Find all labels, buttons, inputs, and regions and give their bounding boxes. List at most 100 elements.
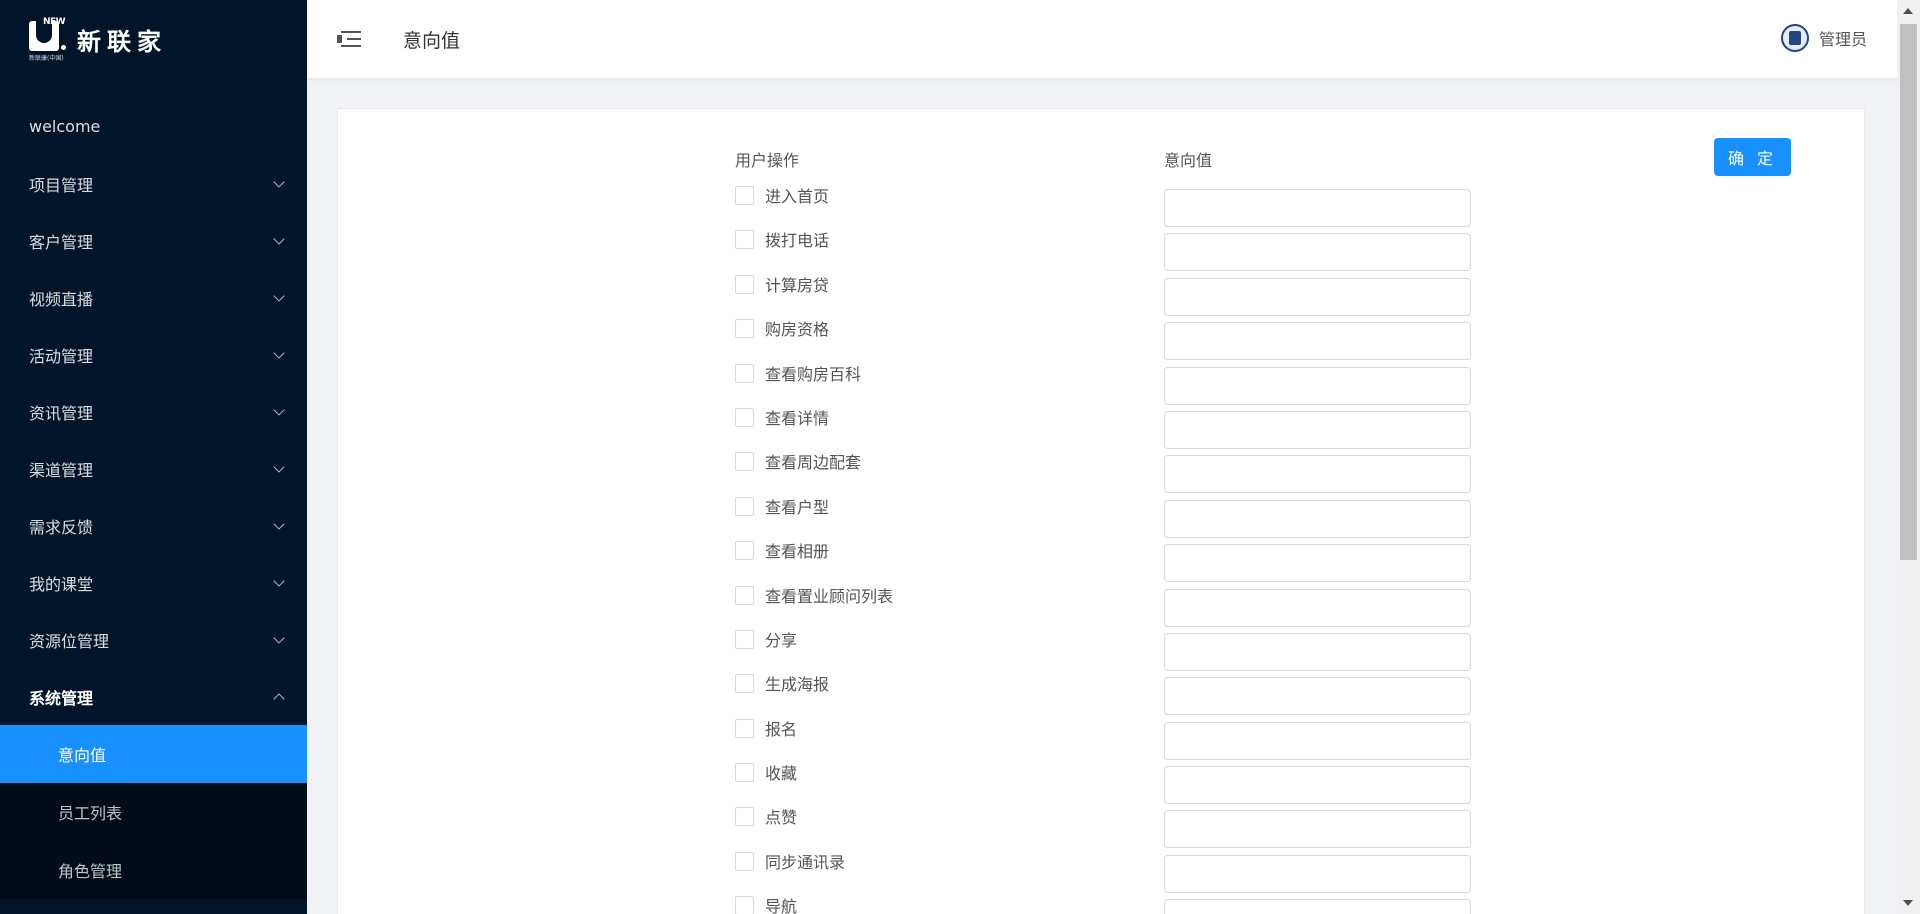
action-checkbox[interactable] — [735, 541, 754, 561]
action-checkbox[interactable] — [735, 585, 754, 605]
menu-item-welcome[interactable]: welcome — [0, 98, 307, 155]
intent-row: 购房资格 — [735, 314, 1495, 361]
action-checkbox[interactable] — [735, 319, 754, 339]
menu-item-8[interactable]: 资源位管理 — [0, 611, 307, 668]
chevron-down-icon — [273, 460, 285, 473]
action-label: 进入首页 — [765, 187, 830, 206]
menu-item-label: 系统管理 — [29, 688, 94, 708]
scrollbar-thumb[interactable] — [1900, 24, 1917, 560]
user-name: 管理员 — [1818, 30, 1867, 49]
scroll-down-arrow-icon[interactable] — [1903, 900, 1913, 906]
page-scrollbar[interactable] — [1897, 0, 1920, 914]
action-label: 查看相册 — [765, 542, 830, 562]
menu-item-0[interactable]: 项目管理 — [0, 155, 307, 212]
intent-row: 生成海报 — [735, 669, 1495, 716]
menu-item-label: 资讯管理 — [29, 403, 94, 423]
sidebar: NEW 新联康(中国) 新联家 welcome 项目管理 客户管理视频直播活动管理… — [0, 0, 307, 914]
intent-value-input[interactable] — [1164, 410, 1471, 449]
menu-item-7[interactable]: 我的课堂 — [0, 554, 307, 611]
intent-value-input[interactable] — [1164, 854, 1471, 893]
intent-value-input[interactable] — [1164, 810, 1471, 849]
submenu-item-1[interactable]: 员工列表 — [0, 783, 307, 841]
action-checkbox[interactable] — [735, 807, 754, 827]
action-label: 查看周边配套 — [765, 453, 862, 473]
intent-row: 查看户型 — [735, 492, 1495, 538]
user-menu[interactable]: 管理员 — [1780, 24, 1867, 52]
logo-mark-subtitle: 新联康(中国) — [29, 55, 64, 62]
menu-item-9[interactable]: 系统管理 — [0, 668, 307, 725]
intent-value-input[interactable] — [1164, 455, 1471, 494]
intent-row: 收藏 — [735, 758, 1495, 805]
action-checkbox[interactable] — [735, 407, 754, 427]
page-title: 意向值 — [403, 29, 461, 52]
action-label: 查看购房百科 — [765, 364, 862, 384]
action-checkbox[interactable] — [735, 230, 754, 250]
confirm-button[interactable]: 确 定 — [1714, 138, 1791, 176]
intent-value-input[interactable] — [1164, 189, 1471, 227]
intent-value-list: 进入首页 拨打电话 计算房贷 购房资格 查看购房百科 查看详情 查看周边配套 查看户型 查看相册… — [735, 181, 1495, 914]
menu-item-2[interactable]: 视频直播 — [0, 269, 307, 326]
intent-row: 查看详情 — [735, 403, 1495, 449]
intent-value-input[interactable] — [1164, 677, 1471, 716]
action-checkbox[interactable] — [735, 186, 754, 205]
chevron-down-icon — [273, 232, 285, 245]
action-checkbox[interactable] — [735, 629, 754, 649]
scroll-up-arrow-icon[interactable] — [1903, 8, 1913, 14]
action-label: 点赞 — [765, 808, 798, 828]
menu-item-3[interactable]: 活动管理 — [0, 326, 307, 383]
menu-item-5[interactable]: 渠道管理 — [0, 440, 307, 497]
intent-value-input[interactable] — [1164, 632, 1471, 671]
chevron-down-icon — [273, 346, 285, 359]
intent-row: 查看置业顾问列表 — [735, 581, 1495, 627]
intent-value-input[interactable] — [1164, 322, 1471, 361]
action-label: 导航 — [765, 897, 798, 914]
action-checkbox[interactable] — [735, 896, 754, 914]
action-label: 同步通讯录 — [765, 852, 846, 872]
submenu-item-0[interactable]: 意向值 — [0, 725, 307, 783]
menu-item-label: 活动管理 — [29, 346, 94, 366]
logo-mark-new: NEW — [43, 17, 66, 27]
action-label: 生成海报 — [765, 675, 830, 695]
action-label: 拨打电话 — [765, 231, 830, 251]
intent-value-input[interactable] — [1164, 766, 1471, 805]
action-checkbox[interactable] — [735, 763, 754, 783]
action-checkbox[interactable] — [735, 363, 754, 383]
intent-value-input[interactable] — [1164, 721, 1471, 760]
action-checkbox[interactable] — [735, 452, 754, 472]
menu-item-label: 视频直播 — [29, 289, 94, 309]
submenu-item-2[interactable]: 角色管理 — [0, 841, 307, 899]
chevron-down-icon — [273, 175, 285, 188]
intent-row: 拨打电话 — [735, 225, 1495, 272]
intent-value-input[interactable] — [1164, 899, 1471, 914]
logo: NEW 新联康(中国) 新联家 — [0, 0, 307, 78]
menu-fold-icon[interactable] — [337, 29, 361, 49]
intent-value-input[interactable] — [1164, 277, 1471, 316]
chevron-up-icon — [273, 692, 285, 705]
chevron-down-icon — [273, 574, 285, 587]
action-label: 收藏 — [765, 764, 798, 784]
chevron-down-icon — [273, 517, 285, 530]
avatar[interactable] — [1780, 24, 1809, 52]
menu-item-6[interactable]: 需求反馈 — [0, 497, 307, 554]
intent-value-input[interactable] — [1164, 233, 1471, 272]
intent-value-input[interactable] — [1164, 544, 1471, 583]
menu-item-label: 资源位管理 — [29, 631, 110, 651]
submenu-system: 意向值 员工列表 角色管理 — [0, 725, 307, 899]
header: 意向值 管理员 — [307, 0, 1897, 78]
logo-text: 新联家 — [77, 27, 167, 56]
menu-item-label: 需求反馈 — [29, 517, 94, 537]
action-label: 查看置业顾问列表 — [765, 586, 894, 606]
menu-item-4[interactable]: 资讯管理 — [0, 383, 307, 440]
intent-value-input[interactable] — [1164, 588, 1471, 627]
action-checkbox[interactable] — [735, 496, 754, 516]
menu-item-1[interactable]: 客户管理 — [0, 212, 307, 269]
action-checkbox[interactable] — [735, 274, 754, 294]
action-checkbox[interactable] — [735, 674, 754, 694]
intent-value-input[interactable] — [1164, 366, 1471, 405]
intent-value-input[interactable] — [1164, 499, 1471, 538]
action-checkbox[interactable] — [735, 851, 754, 871]
intent-row: 查看相册 — [735, 536, 1495, 583]
action-checkbox[interactable] — [735, 718, 754, 738]
intent-row: 分享 — [735, 625, 1495, 671]
logo-mark-icon: NEW 新联康(中国) — [29, 17, 66, 62]
